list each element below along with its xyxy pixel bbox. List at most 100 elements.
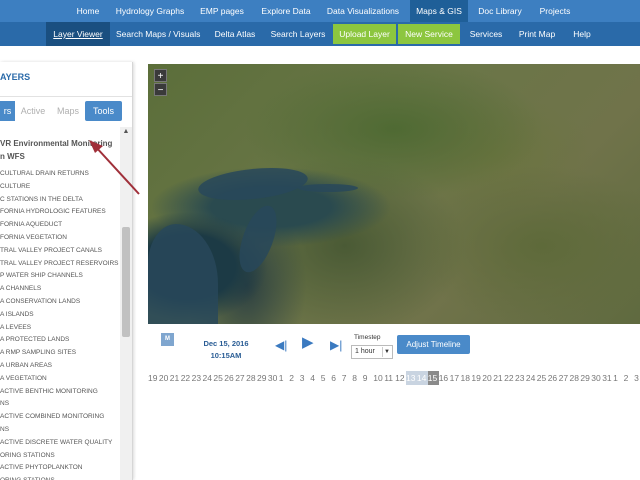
layer-item[interactable]: TRAL VALLEY PROJECT CANALS [0, 247, 102, 254]
timeline-day[interactable]: 28 [570, 371, 581, 385]
layer-item[interactable]: A ISLANDS [0, 311, 34, 318]
layer-item[interactable]: FORNIA VEGETATION [0, 234, 67, 241]
timeline-day[interactable]: 13 [406, 371, 417, 385]
timeline-day[interactable]: 23 [515, 371, 526, 385]
play-icon[interactable]: ▶ [302, 335, 314, 350]
tab-maps[interactable]: Maps [54, 101, 82, 121]
subnav-search-maps[interactable]: Search Maps / Visuals [116, 22, 200, 46]
nav-home[interactable]: Home [66, 0, 110, 22]
timeline-day[interactable]: 24 [526, 371, 537, 385]
nav-projects[interactable]: Projects [532, 0, 578, 22]
timeline-day[interactable]: 28 [246, 371, 257, 385]
layer-item[interactable]: ACTIVE COMBINED MONITORING [0, 413, 104, 420]
layer-item[interactable]: A CHANNELS [0, 285, 41, 292]
timeline-day[interactable]: 26 [548, 371, 559, 385]
layer-item[interactable]: NS [0, 400, 9, 407]
timeline-day[interactable]: 25 [537, 371, 548, 385]
timeline-day[interactable]: 25 [213, 371, 224, 385]
layer-item[interactable]: FORNIA AQUEDUCT [0, 221, 62, 228]
timeline-day[interactable]: 31 [602, 371, 613, 385]
timeline-day[interactable]: 1 [613, 371, 624, 385]
layer-item[interactable]: ACTIVE PHYTOPLANKTON [0, 464, 82, 471]
timeline-day[interactable]: 14 [416, 371, 428, 385]
timeline-day[interactable]: 26 [224, 371, 235, 385]
timeline-day[interactable]: 18 [461, 371, 472, 385]
adjust-timeline-button[interactable]: Adjust Timeline [397, 335, 470, 354]
layer-item[interactable]: ACTIVE BENTHIC MONITORING [0, 388, 98, 395]
timeline-day[interactable]: 19 [471, 371, 482, 385]
nav-doc-library[interactable]: Doc Library [474, 0, 526, 22]
timeline-day[interactable]: 2 [289, 371, 300, 385]
scrollbar-thumb[interactable] [122, 227, 130, 337]
subnav-search-layers[interactable]: Search Layers [268, 22, 328, 46]
timeline-day[interactable]: 9 [363, 371, 374, 385]
timeline-day[interactable]: 17 [450, 371, 461, 385]
layer-item[interactable]: ACTIVE DISCRETE WATER QUALITY [0, 439, 112, 446]
timeline-day[interactable]: 5 [321, 371, 332, 385]
step-back-icon[interactable]: ◀| [275, 338, 287, 352]
timeline-day[interactable]: 22 [504, 371, 515, 385]
subnav-new-service[interactable]: New Service [398, 24, 460, 44]
timeline-day[interactable]: 27 [235, 371, 246, 385]
nav-emp-pages[interactable]: EMP pages [194, 0, 250, 22]
layer-item[interactable]: C STATIONS IN THE DELTA [0, 196, 83, 203]
map-legend-badge[interactable]: M [161, 333, 174, 346]
layer-item[interactable]: CULTURAL DRAIN RETURNS [0, 170, 89, 177]
timeline-day[interactable]: 21 [170, 371, 181, 385]
timeline-day[interactable]: 27 [559, 371, 570, 385]
zoom-out-button[interactable]: − [154, 83, 167, 96]
layer-item[interactable]: A VEGETATION [0, 375, 47, 382]
layer-item[interactable]: A PROTECTED LANDS [0, 336, 69, 343]
scroll-up-icon[interactable]: ▲ [120, 127, 132, 137]
layer-item[interactable]: A CONSERVATION LANDS [0, 298, 80, 305]
timeline-day[interactable]: 15 [427, 371, 439, 385]
timeline-day[interactable]: 20 [482, 371, 493, 385]
timeline-day[interactable]: 8 [352, 371, 363, 385]
timeline-day[interactable]: 3 [300, 371, 311, 385]
tab-active[interactable]: Active [18, 101, 48, 121]
timeline-day[interactable]: 7 [342, 371, 353, 385]
subnav-services[interactable]: Services [464, 22, 508, 46]
timeline-day[interactable]: 10 [373, 371, 384, 385]
layer-item[interactable]: FORNIA HYDROLOGIC FEATURES [0, 208, 106, 215]
subnav-help[interactable]: Help [566, 22, 598, 46]
subnav-upload-layer[interactable]: Upload Layer [333, 24, 396, 44]
timeline-day[interactable]: 16 [439, 371, 450, 385]
timeline-day[interactable]: 29 [580, 371, 591, 385]
tab-tools[interactable]: Tools [85, 101, 122, 121]
nav-explore-data[interactable]: Explore Data [256, 0, 316, 22]
timeline-day[interactable]: 21 [493, 371, 504, 385]
timeline-day[interactable]: 22 [181, 371, 192, 385]
timeline-day[interactable]: 3 [634, 371, 640, 385]
layer-item[interactable]: CULTURE [0, 183, 30, 190]
timeline-day[interactable]: 29 [257, 371, 268, 385]
timeline-day[interactable]: 23 [192, 371, 203, 385]
timeline-day[interactable]: 19 [148, 371, 159, 385]
layer-item[interactable]: A LEVEES [0, 324, 31, 331]
subnav-delta-atlas[interactable]: Delta Atlas [208, 22, 262, 46]
layer-group-title-cont[interactable]: n WFS [0, 152, 25, 161]
layer-item[interactable]: A URBAN AREAS [0, 362, 52, 369]
zoom-in-button[interactable]: + [154, 69, 167, 82]
timeline-day[interactable]: 11 [384, 371, 395, 385]
nav-maps-gis[interactable]: Maps & GIS [410, 0, 468, 22]
timeline-day[interactable]: 20 [159, 371, 170, 385]
layer-item[interactable]: NS [0, 426, 9, 433]
step-forward-icon[interactable]: ▶| [330, 338, 342, 352]
timestep-select[interactable]: 1 hour ▼ [351, 345, 393, 359]
subnav-print-map[interactable]: Print Map [514, 22, 560, 46]
nav-data-visualizations[interactable]: Data Visualizations [322, 0, 404, 22]
timeline-day[interactable]: 2 [624, 371, 635, 385]
timeline-day[interactable]: 1 [279, 371, 290, 385]
subnav-layer-viewer[interactable]: Layer Viewer [46, 22, 110, 46]
layer-item[interactable]: ORING STATIONS [0, 452, 55, 459]
timeline-day[interactable]: 4 [310, 371, 321, 385]
map-view[interactable]: + − [148, 64, 640, 324]
nav-hydrology-graphs[interactable]: Hydrology Graphs [112, 0, 188, 22]
timeline-day[interactable]: 24 [203, 371, 214, 385]
layer-item[interactable]: A RMP SAMPLING SITES [0, 349, 76, 356]
timeline-day[interactable]: 6 [331, 371, 342, 385]
timeline-day[interactable]: 12 [395, 371, 406, 385]
tab-layers[interactable]: rs [0, 101, 15, 121]
layer-item[interactable]: P WATER SHIP CHANNELS [0, 272, 83, 279]
